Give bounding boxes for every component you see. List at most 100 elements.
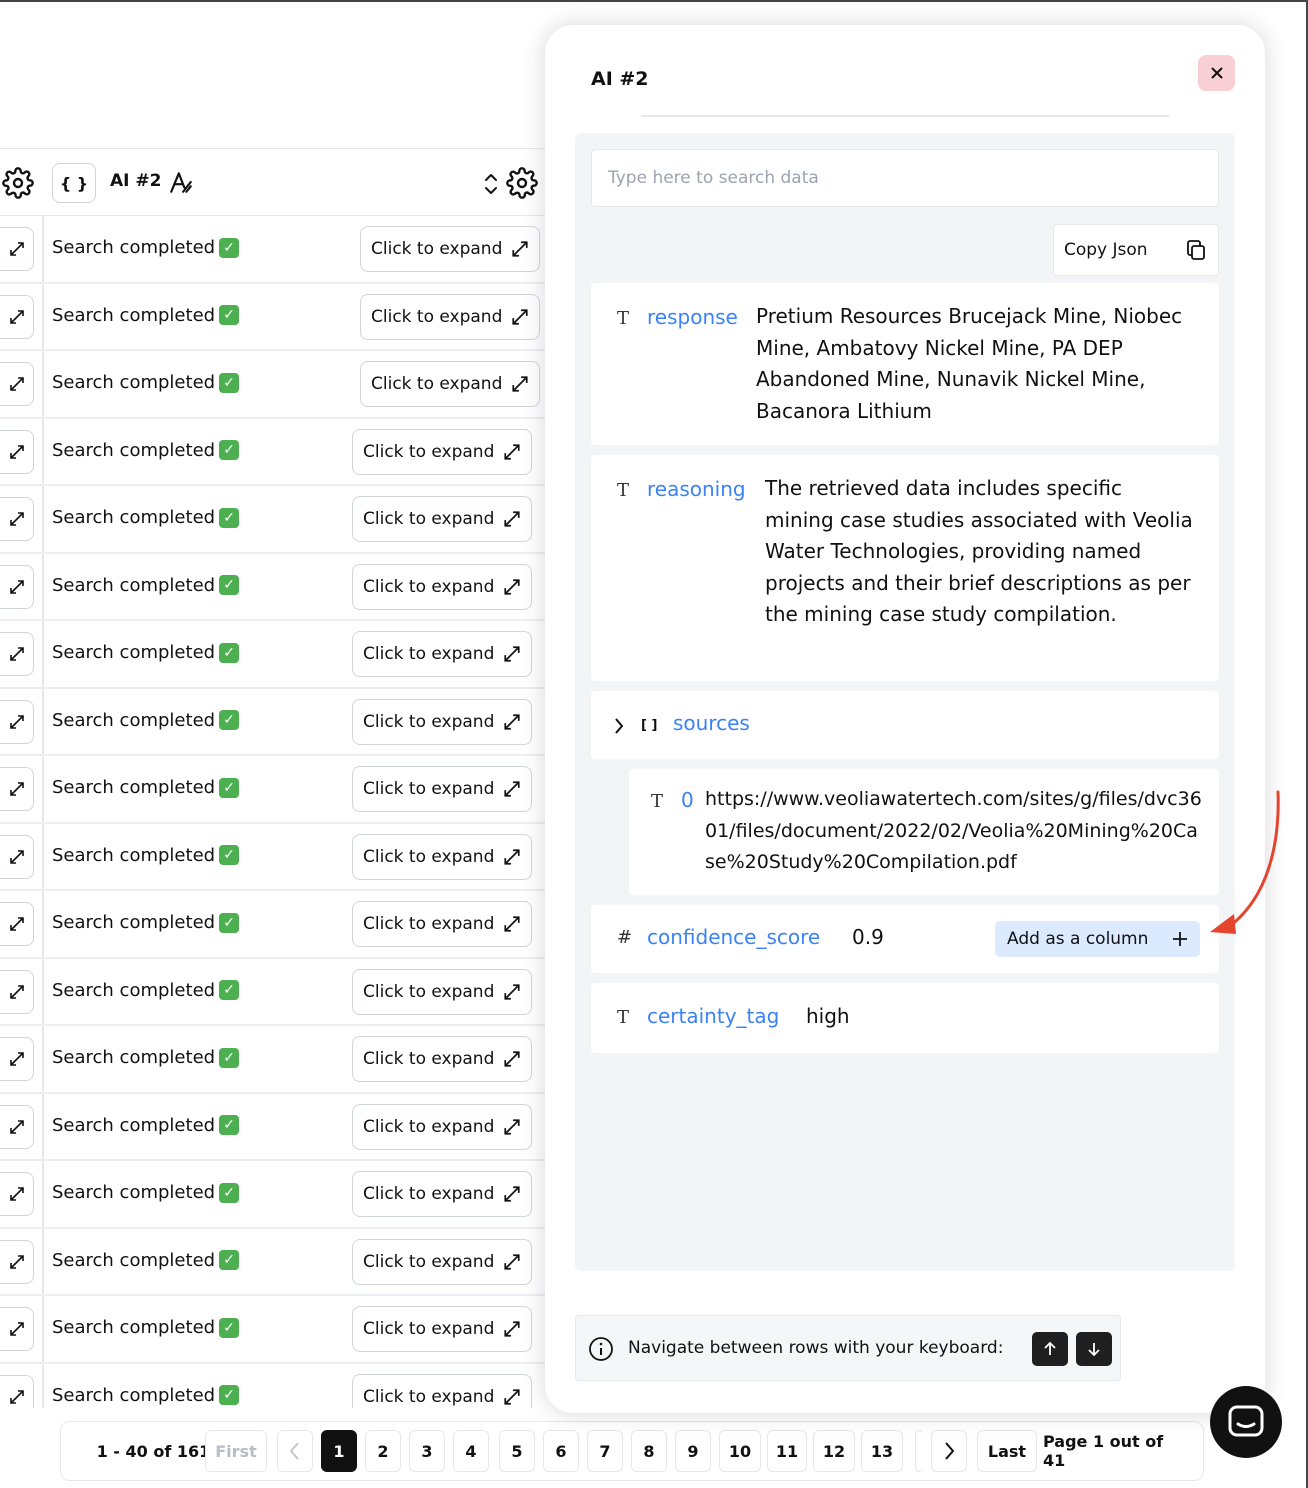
page-11-button[interactable]: 11 (767, 1430, 807, 1472)
expand-cell-button[interactable] (0, 294, 34, 339)
status-text: Search completed ✓ (52, 1115, 240, 1136)
expand-cell-button[interactable] (0, 1307, 34, 1351)
click-to-expand-label: Click to expand (363, 1049, 495, 1069)
click-to-expand-button[interactable]: Click to expand (360, 361, 540, 407)
field-key: confidence_score (647, 925, 821, 949)
page-6-button[interactable]: 6 (543, 1430, 579, 1472)
expand-cell-button[interactable] (0, 834, 34, 879)
expand-cell-button[interactable] (0, 1172, 34, 1216)
field-sources[interactable]: [ ] sources (591, 691, 1219, 759)
table-row: Search completed ✓ Click to expand (0, 1364, 548, 1408)
first-page-button[interactable]: First (205, 1430, 267, 1472)
click-to-expand-button[interactable]: Click to expand (352, 1306, 532, 1352)
data-table: { } AI #2 Search completed ✓ Click to expa… (0, 148, 548, 1408)
expand-icon (512, 241, 528, 257)
expand-cell-button[interactable] (0, 1037, 34, 1081)
click-to-expand-button[interactable]: Click to expand (352, 631, 532, 677)
prev-page-button[interactable] (277, 1430, 313, 1472)
check-icon: ✓ (219, 912, 240, 933)
click-to-expand-label: Click to expand (363, 914, 495, 934)
next-page-button[interactable] (931, 1430, 967, 1472)
expand-icon (10, 1254, 24, 1269)
expand-cell-button[interactable] (0, 429, 34, 474)
status-text: Search completed ✓ (52, 1182, 240, 1203)
expand-icon (10, 1322, 24, 1336)
check-icon: ✓ (219, 1317, 240, 1338)
page-7-button[interactable]: 7 (587, 1430, 623, 1472)
column-settings-icon[interactable] (506, 167, 538, 199)
last-page-button[interactable]: Last (977, 1430, 1037, 1472)
status-label: Search completed (52, 372, 216, 393)
copy-json-button[interactable]: Copy Json (1053, 224, 1219, 276)
add-as-column-button[interactable]: Add as a column (995, 921, 1200, 957)
status-label: Search completed (52, 1182, 216, 1203)
page-1-button[interactable]: 1 (321, 1430, 357, 1472)
click-to-expand-button[interactable]: Click to expand (352, 1373, 532, 1408)
page-2-button[interactable]: 2 (365, 1430, 401, 1472)
status-label: Search completed (52, 912, 216, 933)
click-to-expand-button[interactable]: Click to expand (352, 833, 532, 880)
expand-cell-button[interactable] (0, 902, 34, 946)
page-13-button[interactable]: 13 (861, 1430, 903, 1472)
expand-cell-button[interactable] (0, 362, 34, 406)
field-certainty-tag: T certainty_tag high (591, 983, 1219, 1053)
add-as-column-label: Add as a column (1007, 929, 1149, 949)
click-to-expand-button[interactable]: Click to expand (352, 901, 532, 947)
page-9-button[interactable]: 9 (675, 1430, 711, 1472)
expand-icon (504, 1118, 520, 1135)
expand-icon (10, 1119, 24, 1134)
expand-cell-button[interactable] (0, 564, 34, 609)
expand-cell-button[interactable] (0, 699, 34, 744)
click-to-expand-button[interactable]: Click to expand (352, 968, 532, 1015)
status-text: Search completed ✓ (52, 642, 240, 663)
check-icon: ✓ (219, 1250, 240, 1270)
page-8-button[interactable]: 8 (631, 1430, 667, 1472)
field-value: 0.9 (852, 925, 884, 949)
click-to-expand-button[interactable]: Click to expand (352, 766, 532, 812)
column-settings-icon[interactable] (2, 167, 34, 199)
click-to-expand-button[interactable]: Click to expand (360, 226, 540, 272)
click-to-expand-button[interactable]: Click to expand (352, 428, 532, 475)
chat-launcher-button[interactable] (1210, 1386, 1282, 1458)
click-to-expand-button[interactable]: Click to expand (352, 1238, 532, 1285)
status-label: Search completed (52, 844, 216, 866)
expand-icon (10, 782, 24, 796)
click-to-expand-button[interactable]: Click to expand (352, 1103, 532, 1150)
click-to-expand-button[interactable]: Click to expand (360, 293, 540, 340)
check-icon: ✓ (219, 305, 240, 325)
click-to-expand-button[interactable]: Click to expand (352, 698, 532, 745)
expand-cell-button[interactable] (0, 1104, 34, 1149)
page-4-button[interactable]: 4 (453, 1430, 489, 1472)
expand-cell-button[interactable] (0, 767, 34, 811)
click-to-expand-button[interactable]: Click to expand (352, 496, 532, 542)
page-10-button[interactable]: 10 (719, 1430, 761, 1472)
page-12-button[interactable]: 12 (813, 1430, 855, 1472)
json-view-button[interactable]: { } (52, 163, 96, 203)
array-type-icon: [ ] (641, 718, 658, 733)
json-search-input[interactable] (591, 149, 1219, 207)
click-to-expand-button[interactable]: Click to expand (352, 563, 532, 610)
click-to-expand-button[interactable]: Click to expand (352, 1036, 532, 1082)
expand-cell-button[interactable] (0, 227, 34, 271)
expand-cell-button[interactable] (0, 497, 34, 541)
number-type-icon: # (617, 927, 633, 948)
expand-cell-button[interactable] (0, 1374, 34, 1408)
click-to-expand-label: Click to expand (363, 1319, 495, 1339)
pagination-bar: 1 - 40 of 1615 First 1 2 3 4 5 6 7 8 9 10 11 12 13 L… (60, 1421, 1204, 1481)
expand-cell-button[interactable] (0, 632, 34, 676)
expand-cell-button[interactable] (0, 1239, 34, 1284)
status-text: Search completed ✓ (52, 1385, 240, 1406)
chevron-right-icon[interactable] (613, 717, 625, 735)
sort-icon[interactable] (482, 171, 500, 197)
arrow-down-key (1076, 1332, 1112, 1366)
page-3-button[interactable]: 3 (409, 1430, 445, 1472)
field-value: Pretium Resources Brucejack Mine, Niobec… (756, 304, 1183, 423)
page-5-button[interactable]: 5 (499, 1430, 535, 1472)
click-to-expand-button[interactable]: Click to expand (352, 1171, 532, 1217)
arrow-up-icon (1044, 1341, 1056, 1355)
expand-cell-button[interactable] (0, 969, 34, 1014)
close-button[interactable] (1198, 55, 1235, 91)
table-row: Search completed ✓ Click to expand (0, 689, 548, 756)
click-to-expand-label: Click to expand (363, 441, 495, 462)
table-row: Search completed ✓ Click to expand (0, 959, 548, 1026)
